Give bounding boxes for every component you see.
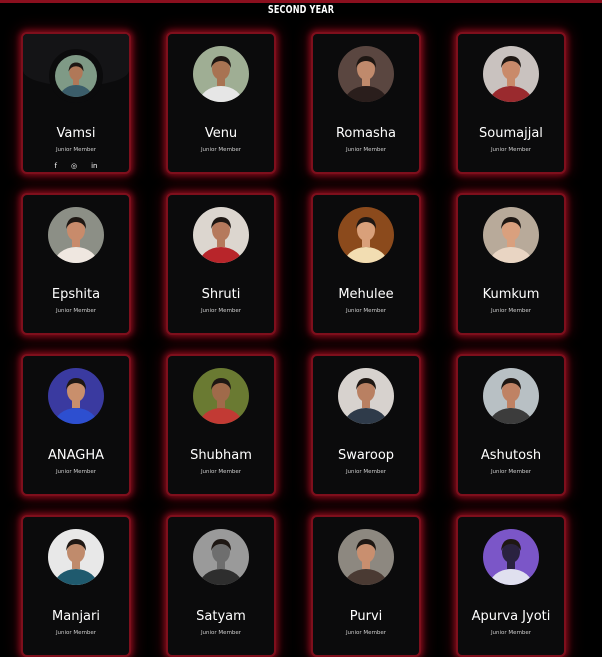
member-role: Junior Member: [200, 308, 242, 314]
member-name: Soumajjal: [479, 126, 543, 141]
member-avatar: [338, 368, 394, 424]
member-role: Junior Member: [345, 630, 387, 636]
member-name: Purvi: [349, 609, 383, 624]
member-role: Junior Member: [345, 308, 387, 314]
member-role: Junior Member: [55, 308, 97, 314]
member-role: Junior Member: [345, 469, 387, 475]
member-role: Junior Member: [200, 469, 242, 475]
member-avatar: [338, 529, 394, 585]
member-role: Junior Member: [55, 469, 97, 475]
member-name: Ashutosh: [480, 448, 542, 463]
member-name: Satyam: [196, 609, 246, 624]
member-role: Junior Member: [345, 147, 387, 153]
member-avatar: [483, 368, 539, 424]
member-avatar: [48, 368, 104, 424]
member-avatar: [193, 207, 249, 263]
member-name: Vamsi: [56, 126, 96, 141]
member-card[interactable]: Venu Junior Member: [166, 32, 276, 174]
member-role: Junior Member: [490, 630, 532, 636]
member-role: Junior Member: [490, 308, 532, 314]
member-role: Junior Member: [55, 147, 97, 153]
member-card[interactable]: Soumajjal Junior Member: [456, 32, 566, 174]
member-card[interactable]: Mehulee Junior Member: [311, 193, 421, 335]
member-card[interactable]: Shubham Junior Member: [166, 354, 276, 496]
member-card[interactable]: ANAGHA Junior Member: [21, 354, 131, 496]
member-role: Junior Member: [55, 630, 97, 636]
member-name: Shubham: [190, 448, 252, 463]
member-name: Epshita: [51, 287, 101, 302]
member-role: Junior Member: [200, 630, 242, 636]
member-avatar: [193, 529, 249, 585]
member-card[interactable]: Swaroop Junior Member: [311, 354, 421, 496]
facebook-icon[interactable]: f: [55, 162, 57, 170]
member-card[interactable]: Apurva Jyoti Junior Member: [456, 515, 566, 657]
member-name: ANAGHA: [47, 448, 105, 463]
member-role: Junior Member: [490, 469, 532, 475]
member-role: Junior Member: [490, 147, 532, 153]
member-name: Venu: [204, 126, 238, 141]
member-avatar: [483, 529, 539, 585]
members-grid: Vamsi Junior Member f ◎ in Venu Junior Member R…: [0, 0, 602, 657]
member-card[interactable]: Shruti Junior Member: [166, 193, 276, 335]
member-card[interactable]: Manjari Junior Member: [21, 515, 131, 657]
member-card[interactable]: Romasha Junior Member: [311, 32, 421, 174]
linkedin-icon[interactable]: in: [91, 162, 97, 170]
social-links: f ◎ in: [23, 162, 129, 170]
member-avatar: [483, 207, 539, 263]
member-card[interactable]: Kumkum Junior Member: [456, 193, 566, 335]
member-avatar: [48, 529, 104, 585]
member-name: Mehulee: [338, 287, 394, 302]
member-avatar: [55, 55, 97, 97]
member-card[interactable]: Epshita Junior Member: [21, 193, 131, 335]
member-name: Manjari: [52, 609, 100, 624]
member-card[interactable]: Purvi Junior Member: [311, 515, 421, 657]
member-name: Swaroop: [337, 448, 395, 463]
member-avatar: [483, 46, 539, 102]
member-card[interactable]: Vamsi Junior Member f ◎ in: [21, 32, 131, 174]
member-role: Junior Member: [200, 147, 242, 153]
member-name: Romasha: [335, 126, 396, 141]
member-avatar: [193, 368, 249, 424]
member-avatar: [48, 207, 104, 263]
member-name: Kumkum: [482, 287, 540, 302]
instagram-icon[interactable]: ◎: [71, 162, 77, 170]
member-avatar: [338, 46, 394, 102]
member-avatar: [338, 207, 394, 263]
member-card[interactable]: Satyam Junior Member: [166, 515, 276, 657]
member-name: Apurva Jyoti: [471, 609, 551, 624]
member-name: Shruti: [201, 287, 241, 302]
member-card[interactable]: Ashutosh Junior Member: [456, 354, 566, 496]
member-avatar: [193, 46, 249, 102]
